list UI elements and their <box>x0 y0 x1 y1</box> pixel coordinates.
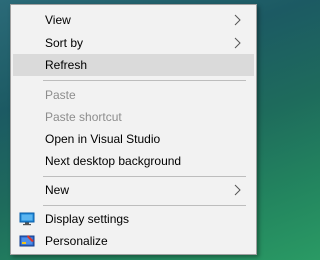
menu-item-label: Sort by <box>45 36 84 50</box>
menu-separator <box>43 176 246 177</box>
menu-item-label: Open in Visual Studio <box>45 132 161 146</box>
menu-item-paste-shortcut[interactable]: Paste shortcut <box>13 106 254 128</box>
chevron-right-icon <box>234 184 241 196</box>
chevron-right-icon <box>234 14 241 26</box>
menu-item-display-settings[interactable]: Display settings <box>13 208 254 230</box>
menu-item-paste[interactable]: Paste <box>13 84 254 106</box>
menu-item-label: New <box>45 183 70 197</box>
menu-item-sort-by[interactable]: Sort by <box>13 32 254 54</box>
menu-item-refresh[interactable]: Refresh <box>13 54 254 76</box>
chevron-right-icon <box>234 37 241 49</box>
menu-item-label: Paste shortcut <box>45 110 122 124</box>
menu-item-next-desktop-background[interactable]: Next desktop background <box>13 150 254 172</box>
menu-item-label: View <box>45 13 71 27</box>
menu-item-label: Refresh <box>45 58 88 72</box>
menu-item-label: Paste <box>45 88 76 102</box>
menu-item-new[interactable]: New <box>13 179 254 201</box>
menu-separator <box>43 80 246 81</box>
personalize-icon <box>19 235 35 247</box>
display-icon <box>19 212 35 226</box>
menu-item-label: Personalize <box>45 234 108 248</box>
menu-item-open-in-visual-studio[interactable]: Open in Visual Studio <box>13 128 254 150</box>
desktop-context-menu: View Sort by Refresh Paste Paste shortcu… <box>10 4 257 255</box>
menu-item-view[interactable]: View <box>13 9 254 31</box>
menu-item-label: Display settings <box>45 212 130 226</box>
menu-item-personalize[interactable]: Personalize <box>13 230 254 252</box>
menu-separator <box>43 205 246 206</box>
menu-item-label: Next desktop background <box>45 154 182 168</box>
